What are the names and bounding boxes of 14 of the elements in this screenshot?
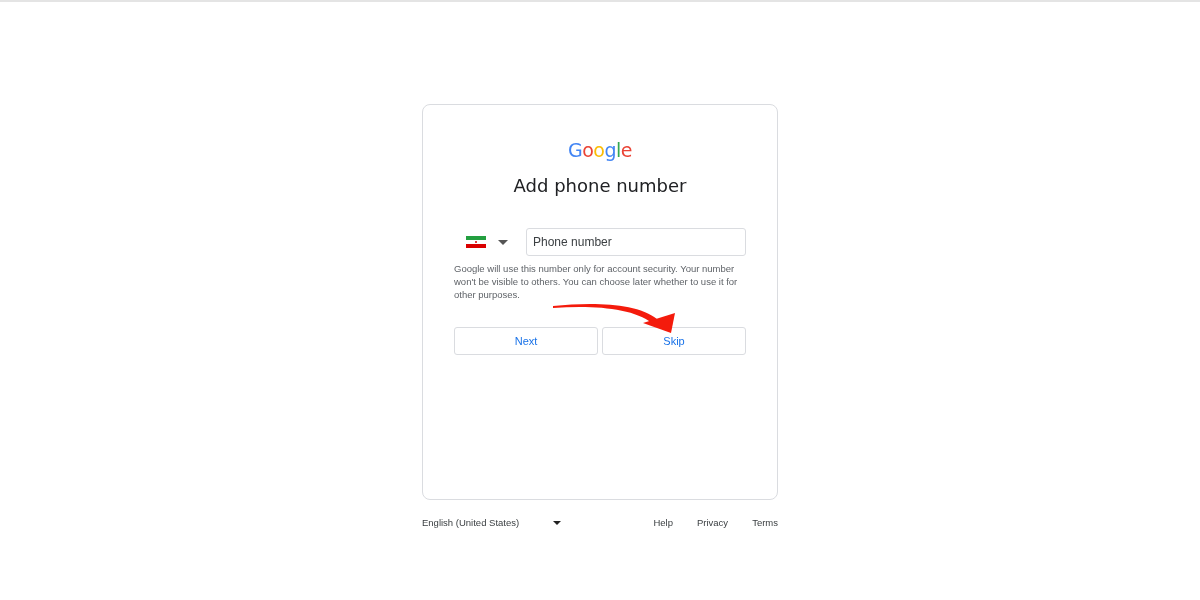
footer-link[interactable]: Terms <box>752 517 778 528</box>
flag-icon <box>466 236 486 248</box>
footer-link[interactable]: Help <box>653 517 673 528</box>
footer-link[interactable]: Privacy <box>696 517 729 528</box>
language-label: English (United States) <box>422 517 520 528</box>
skip-button[interactable]: Skip <box>602 327 746 355</box>
caret-icon <box>498 239 508 245</box>
next-button[interactable]: Next <box>454 327 598 355</box>
language-selector[interactable]: English (United States) <box>422 517 562 528</box>
privacy-note: Google will use this number only for account security. Your number won't be visible to others. You can choose later whether to use it for other purposes. <box>454 262 739 301</box>
logo: Google <box>568 139 632 161</box>
caret-icon <box>553 520 562 525</box>
phone-number-field[interactable]: Phone number <box>526 228 746 256</box>
page-title: Add phone number <box>513 175 687 196</box>
